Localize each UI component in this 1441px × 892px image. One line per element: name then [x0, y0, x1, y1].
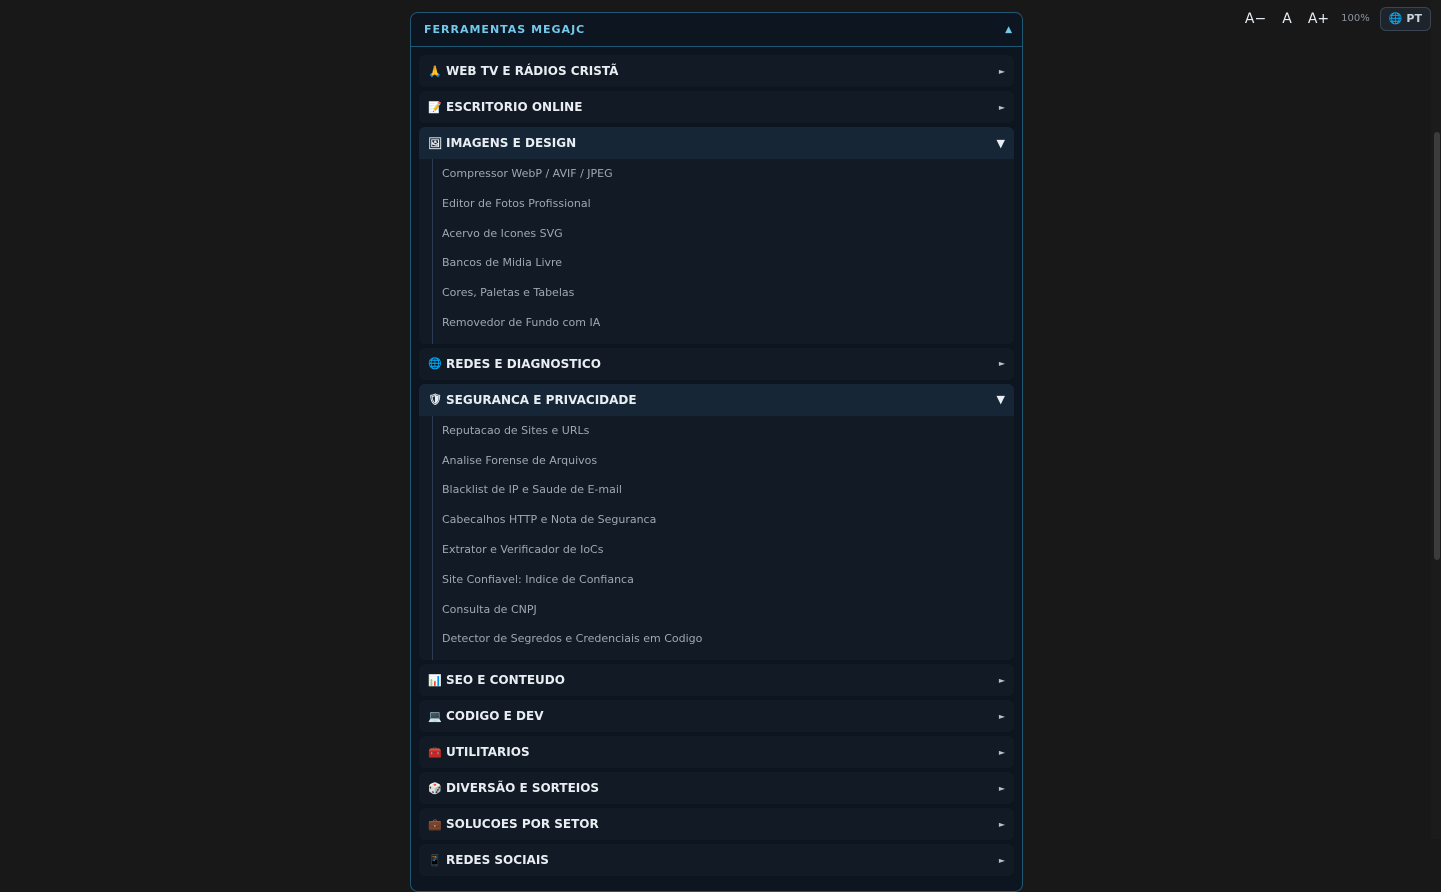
tool-link[interactable]: Consulta de CNPJ [433, 595, 1014, 625]
tool-link[interactable]: Editor de Fotos Profissional [433, 189, 1014, 219]
category-section: 📝 ESCRITORIO ONLINE ► [419, 91, 1014, 123]
category-label: SOLUCOES POR SETOR [446, 817, 599, 832]
category-icon: 📊 [428, 673, 442, 687]
category-header[interactable]: 🛡 SEGURANCA E PRIVACIDADE ▼ [419, 383, 1014, 416]
tool-list: Compressor WebP / AVIF / JPEG Editor de F… [432, 159, 1014, 344]
category-header[interactable]: 📊 SEO E CONTEUDO ► [419, 664, 1014, 696]
category-icon: 🧰 [428, 745, 442, 759]
tool-link[interactable]: Reputacao de Sites e URLs [433, 416, 1014, 446]
category-section: 💼 SOLUCOES POR SETOR ► [419, 808, 1014, 841]
category-icon: 🖼 [428, 136, 442, 150]
category-label: DIVERSÃO E SORTEIOS [446, 781, 600, 796]
tool-link[interactable]: Site Confiavel: Indice de Confianca [433, 565, 1014, 595]
category-label-group: 🛡 SEGURANCA E PRIVACIDADE [428, 393, 637, 407]
tool-link[interactable]: Acervo de Icones SVG [433, 219, 1014, 249]
accessibility-toolbar: A− A A+ 100% 🌐 PT [1237, 7, 1431, 31]
category-label: REDES SOCIAIS [446, 853, 549, 868]
category-list: 🙏 WEB TV E RÁDIOS CRISTÃ ► 📝 ESCRITORIO ONLI… [411, 47, 1022, 877]
category-icon: 🛡 [428, 393, 442, 407]
category-icon: 📝 [428, 100, 442, 114]
category-header[interactable]: 💻 CODIGO E DEV ► [419, 700, 1014, 732]
expand-arrow-icon[interactable]: ► [999, 784, 1005, 793]
category-label: WEB TV E RÁDIOS CRISTÃ [446, 64, 619, 78]
category-label-group: 💼 SOLUCOES POR SETOR [428, 817, 599, 831]
category-header[interactable]: 💼 SOLUCOES POR SETOR ► [419, 808, 1014, 840]
tool-link[interactable]: Removedor de Fundo com IA [433, 308, 1014, 338]
zoom-level: 100% [1341, 13, 1370, 24]
collapse-caret-icon[interactable]: ▲ [1005, 25, 1012, 35]
expand-arrow-icon[interactable]: ► [999, 359, 1005, 368]
category-section: 🧰 UTILITARIOS ► [419, 736, 1014, 769]
category-label: CODIGO E DEV [446, 709, 544, 724]
tool-list: Reputacao de Sites e URLs Analise Forense… [432, 415, 1014, 661]
tool-link[interactable]: Cabecalhos HTTP e Nota de Seguranca [433, 505, 1014, 535]
category-header[interactable]: 🧰 UTILITARIOS ► [419, 736, 1014, 768]
category-section: 📊 SEO E CONTEUDO ► [419, 664, 1014, 697]
category-icon: 📱 [428, 853, 442, 867]
category-header[interactable]: 📝 ESCRITORIO ONLINE ► [419, 91, 1014, 123]
category-label-group: 🌐 REDES E DIAGNOSTICO [428, 357, 601, 371]
category-label-group: 📊 SEO E CONTEUDO [428, 673, 565, 687]
category-section: 📱 REDES SOCIAIS ► [419, 844, 1014, 877]
category-label-group: 🧰 UTILITARIOS [428, 745, 530, 760]
category-label: SEGURANCA E PRIVACIDADE [446, 392, 637, 407]
category-label-group: 🎲 DIVERSÃO E SORTEIOS [428, 781, 599, 795]
expand-arrow-icon[interactable]: ▼ [997, 137, 1005, 150]
expand-arrow-icon[interactable]: ▼ [997, 393, 1005, 406]
category-header[interactable]: 🖼 IMAGENS E DESIGN ▼ [419, 127, 1014, 159]
top-tab-strip [560, 0, 880, 1]
category-section: 🖼 IMAGENS E DESIGN ▼ Compressor WebP / AVIF… [419, 127, 1014, 344]
tool-link[interactable]: Bancos de Midia Livre [433, 248, 1014, 278]
category-label-group: 🖼 IMAGENS E DESIGN [428, 136, 576, 150]
tool-link[interactable]: Compressor WebP / AVIF / JPEG [433, 159, 1014, 189]
category-icon: 🙏 [428, 64, 442, 78]
category-header[interactable]: 🌐 REDES E DIAGNOSTICO ► [419, 348, 1014, 380]
tool-link[interactable]: Extrator e Verificador de IoCs [433, 535, 1014, 565]
category-section: 🌐 REDES E DIAGNOSTICO ► [419, 347, 1014, 380]
category-label: ESCRITORIO ONLINE [446, 100, 583, 114]
font-increase-button[interactable]: A+ [1300, 8, 1337, 30]
expand-arrow-icon[interactable]: ► [999, 103, 1005, 112]
category-label-group: 🙏 WEB TV E RÁDIOS CRISTÃ [428, 64, 618, 78]
category-section: 💻 CODIGO E DEV ► [419, 700, 1014, 733]
category-icon: 🌐 [428, 357, 442, 371]
panel-header[interactable]: FERRAMENTAS MEGAJC ▲ [411, 13, 1022, 47]
language-button[interactable]: 🌐 PT [1379, 7, 1431, 31]
tool-link[interactable]: Detector de Segredos e Credenciais em Co… [433, 624, 1014, 654]
category-section: 🛡 SEGURANCA E PRIVACIDADE ▼ Reputacao de Si… [419, 383, 1014, 661]
panel-title: FERRAMENTAS MEGAJC [424, 23, 586, 36]
globe-icon: 🌐 [1388, 12, 1403, 25]
category-section: 🎲 DIVERSÃO E SORTEIOS ► [419, 772, 1014, 805]
category-section: 🙏 WEB TV E RÁDIOS CRISTÃ ► [419, 55, 1014, 87]
tool-link[interactable]: Cores, Paletas e Tabelas [433, 278, 1014, 308]
category-header[interactable]: 🙏 WEB TV E RÁDIOS CRISTÃ ► [419, 55, 1014, 87]
category-header[interactable]: 🎲 DIVERSÃO E SORTEIOS ► [419, 772, 1014, 804]
expand-arrow-icon[interactable]: ► [999, 820, 1005, 829]
category-header[interactable]: 📱 REDES SOCIAIS ► [419, 844, 1014, 876]
category-label: IMAGENS E DESIGN [446, 136, 577, 150]
language-label: PT [1406, 12, 1422, 25]
category-label: REDES E DIAGNOSTICO [446, 356, 601, 371]
tool-link[interactable]: Analise Forense de Arquivos [433, 446, 1014, 476]
page-scrollbar[interactable] [1431, 0, 1441, 839]
category-icon: 💼 [428, 817, 442, 831]
expand-arrow-icon[interactable]: ► [999, 748, 1005, 757]
expand-arrow-icon[interactable]: ► [999, 856, 1005, 865]
font-reset-button[interactable]: A [1274, 8, 1300, 30]
category-label-group: 📱 REDES SOCIAIS [428, 853, 549, 867]
expand-arrow-icon[interactable]: ► [999, 67, 1005, 76]
tools-panel: FERRAMENTAS MEGAJC ▲ 🙏 WEB TV E RÁDIOS CR… [410, 12, 1023, 892]
category-label: SEO E CONTEUDO [446, 673, 565, 688]
category-label-group: 💻 CODIGO E DEV [428, 709, 543, 723]
category-icon: 💻 [428, 709, 442, 723]
expand-arrow-icon[interactable]: ► [999, 712, 1005, 721]
category-label-group: 📝 ESCRITORIO ONLINE [428, 100, 582, 114]
expand-arrow-icon[interactable]: ► [999, 676, 1005, 685]
tool-link[interactable]: Blacklist de IP e Saude de E-mail [433, 475, 1014, 505]
scrollbar-thumb[interactable] [1434, 132, 1440, 560]
font-decrease-button[interactable]: A− [1237, 8, 1274, 30]
category-icon: 🎲 [428, 781, 442, 795]
category-label: UTILITARIOS [446, 745, 530, 760]
